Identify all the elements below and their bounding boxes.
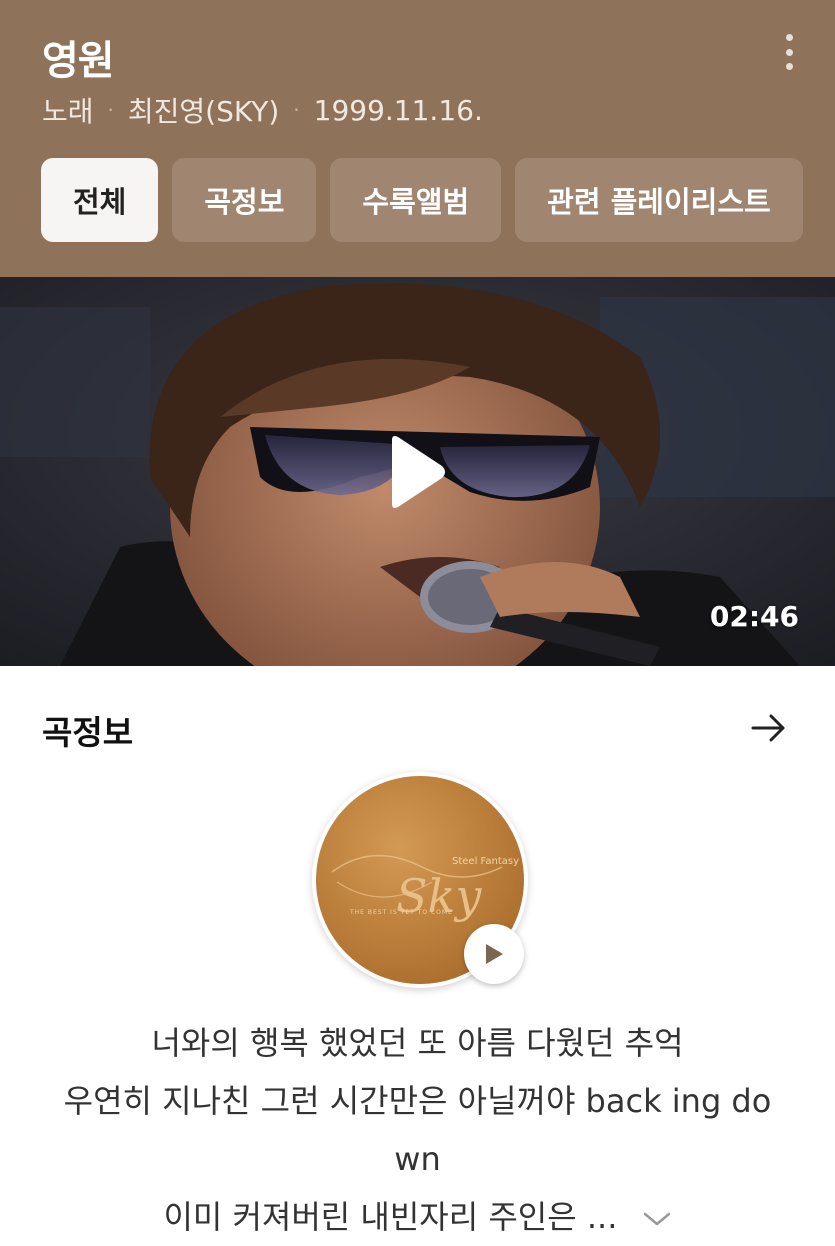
tab-all[interactable]: 전체 xyxy=(41,158,159,242)
song-release-date: 1999.11.16. xyxy=(313,93,483,127)
song-title: 영원 xyxy=(42,38,115,84)
song-meta: 노래 · 최진영(SKY) · 1999.11.16. xyxy=(42,90,483,130)
video-duration: 02:46 xyxy=(709,600,799,633)
separator-dot: · xyxy=(293,98,300,122)
chevron-down-icon[interactable] xyxy=(642,1210,672,1228)
tab-bar: 전체 곡정보 수록앨범 관련 플레이리스트 xyxy=(41,158,803,242)
tab-song-info[interactable]: 곡정보 xyxy=(172,158,317,242)
album-play-button[interactable] xyxy=(464,924,524,984)
section-title-song-info: 곡정보 xyxy=(42,713,134,752)
separator-dot: · xyxy=(107,98,114,122)
lyrics-preview: 너와의 행복 했었던 또 아름 다웠던 추억 우연히 지나친 그런 시간만은 아… xyxy=(30,1014,805,1246)
arrow-right-icon[interactable] xyxy=(749,710,789,746)
lyrics-line: wn xyxy=(394,1140,441,1178)
more-options-icon[interactable] xyxy=(777,34,801,70)
song-header: 영원 노래 · 최진영(SKY) · 1999.11.16. 전체 곡정보 수록… xyxy=(0,0,835,277)
lyrics-line: 너와의 행복 했었던 또 아름 다웠던 추억 xyxy=(151,1024,684,1062)
play-icon[interactable] xyxy=(384,432,448,512)
song-type: 노래 xyxy=(42,95,94,128)
song-artist-link[interactable]: 최진영(SKY) xyxy=(128,90,279,130)
lyrics-last-line: 이미 커져버린 내빈자리 주인은 ... xyxy=(30,1188,805,1246)
tab-album[interactable]: 수록앨범 xyxy=(330,158,502,242)
lyrics-line: 이미 커져버린 내빈자리 주인은 ... xyxy=(163,1198,618,1236)
tab-related-playlists[interactable]: 관련 플레이리스트 xyxy=(515,158,803,242)
album-tagline-text: THE BEST IS YET TO COME xyxy=(349,909,453,916)
play-icon xyxy=(486,944,503,964)
album-subtitle-text: Steel Fantasy xyxy=(452,856,519,867)
lyrics-line: 우연히 지나친 그런 시간만은 아닐꺼야 back ing do xyxy=(63,1082,772,1120)
